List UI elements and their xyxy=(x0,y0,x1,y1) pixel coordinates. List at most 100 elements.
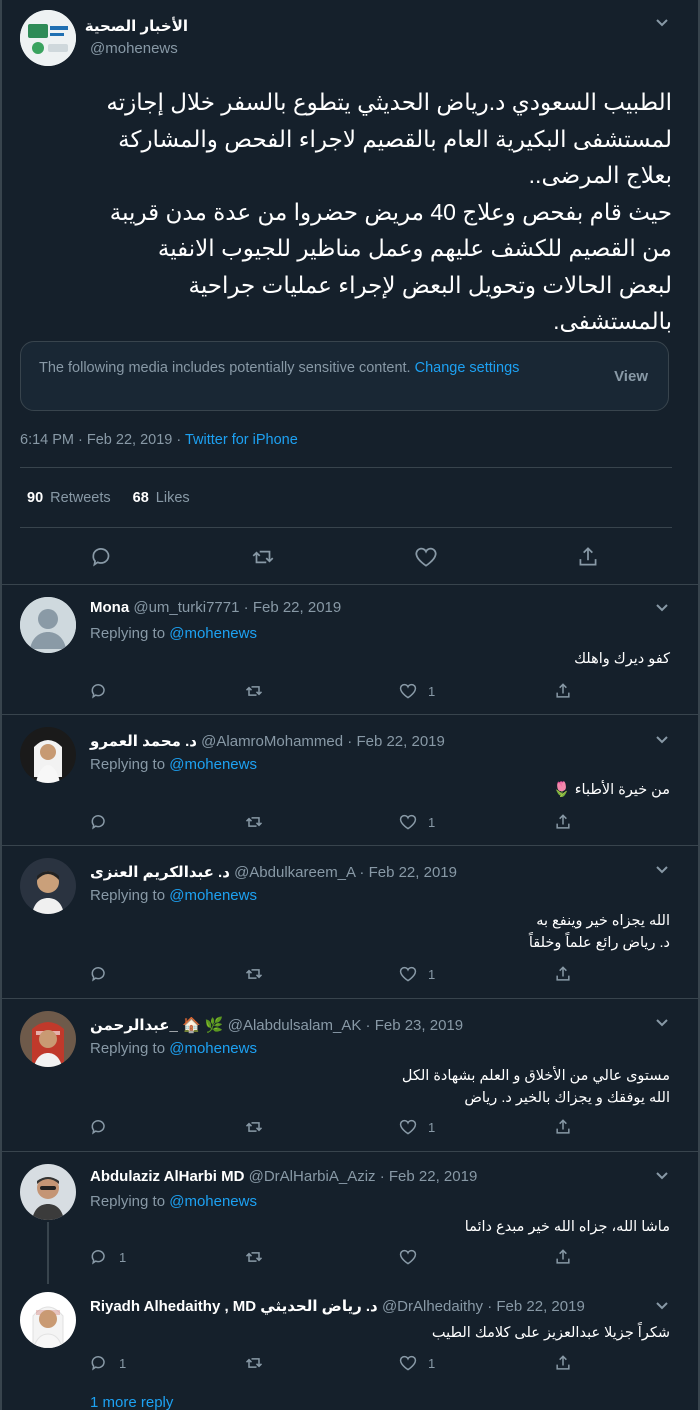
replying-to-link[interactable]: @mohenews xyxy=(169,756,257,773)
like-icon[interactable] xyxy=(398,1353,418,1373)
tweet-source-link[interactable]: Twitter for iPhone xyxy=(185,432,298,448)
retweet-icon[interactable] xyxy=(244,1247,264,1267)
reply-icon[interactable] xyxy=(89,1353,109,1373)
reply-item[interactable]: Mona @um_turki7771 · Feb 22, 2019 Replyi… xyxy=(0,585,700,715)
share-icon[interactable] xyxy=(553,1353,573,1373)
reply-icon[interactable] xyxy=(89,681,109,701)
reply-icon[interactable] xyxy=(89,964,109,984)
chevron-down-icon[interactable] xyxy=(652,729,672,749)
share-icon[interactable] xyxy=(553,812,573,832)
replying-to: Replying to @mohenews xyxy=(90,887,257,904)
reply-icon[interactable] xyxy=(89,1247,109,1267)
more-replies-link[interactable]: 1 more reply xyxy=(90,1394,173,1410)
like-count: 1 xyxy=(428,815,436,830)
replying-to-label: Replying to xyxy=(90,1193,166,1210)
replying-to-label: Replying to xyxy=(90,625,166,642)
user-avatar[interactable] xyxy=(20,727,76,783)
chevron-down-icon[interactable] xyxy=(652,1165,672,1185)
replying-to-link[interactable]: @mohenews xyxy=(169,1193,257,1210)
sensitive-notice-label: The following media includes potentially… xyxy=(39,360,411,376)
sensitive-media-notice: The following media includes potentially… xyxy=(20,341,669,411)
replying-to-link[interactable]: @mohenews xyxy=(169,887,257,904)
reply-date[interactable]: Feb 22, 2019 xyxy=(369,864,457,881)
retweet-icon[interactable] xyxy=(244,964,264,984)
divider xyxy=(20,467,672,468)
retweet-icon[interactable] xyxy=(244,812,264,832)
retweet-icon[interactable] xyxy=(244,1117,264,1137)
share-icon[interactable] xyxy=(575,544,601,570)
reply-author-handle[interactable]: @DrAlHarbiA_Aziz xyxy=(249,1168,376,1185)
reply-icon[interactable] xyxy=(89,544,115,570)
reply-item[interactable]: د. عبدالكريم العنزى @Abdulkareem_A · Feb… xyxy=(0,846,700,999)
tweet-meta: 6:14 PM · Feb 22, 2019 · Twitter for iPh… xyxy=(20,432,298,448)
reply-item[interactable]: عبدالرحمن_ 🏠 🌿 @Alabdulsalam_AK · Feb 23… xyxy=(0,999,700,1152)
reply-author-name[interactable]: د. عبدالكريم العنزى xyxy=(90,864,230,881)
like-icon[interactable] xyxy=(398,1247,418,1267)
reply-text: كفو ديرك واهلك xyxy=(574,651,670,667)
reply-author-handle[interactable]: @Abdulkareem_A xyxy=(234,864,355,881)
retweets-count: 90 xyxy=(27,490,44,506)
mohenews-avatar[interactable] xyxy=(20,10,76,66)
like-icon[interactable] xyxy=(398,964,418,984)
change-settings-link[interactable]: Change settings xyxy=(415,360,520,376)
tweet-timestamp[interactable]: 6:14 PM · Feb 22, 2019 · xyxy=(20,432,185,448)
like-icon[interactable] xyxy=(398,1117,418,1137)
share-icon[interactable] xyxy=(553,964,573,984)
like-count: 1 xyxy=(428,684,436,699)
reply-author-name[interactable]: د. محمد العمرو xyxy=(90,733,197,750)
reply-text: مستوى عالي من الأخلاق و العلم بشهادة الك… xyxy=(401,1068,670,1106)
reply-author-name[interactable]: Abdulaziz AlHarbi MD xyxy=(90,1168,244,1185)
main-tweet: الأخبار الصحية @mohenews الطبيب السعودي … xyxy=(0,0,700,585)
likes-stat[interactable]: 68 Likes xyxy=(133,490,190,506)
reply-header: Riyadh Alhedaithy , MD د. رياض الحديثي @… xyxy=(90,1298,585,1315)
reply-date[interactable]: Feb 23, 2019 xyxy=(375,1017,463,1034)
chevron-down-icon[interactable] xyxy=(652,1295,672,1315)
chevron-down-icon[interactable] xyxy=(652,597,672,617)
reply-icon[interactable] xyxy=(89,812,109,832)
reply-icon[interactable] xyxy=(89,1117,109,1137)
retweet-icon[interactable] xyxy=(244,1353,264,1373)
chevron-down-icon[interactable] xyxy=(652,12,672,32)
user-avatar[interactable] xyxy=(20,1011,76,1067)
reply-thread: Abdulaziz AlHarbi MD @DrAlHarbiA_Aziz · … xyxy=(0,1152,700,1410)
reply-header: د. محمد العمرو @AlamroMohammed · Feb 22,… xyxy=(90,733,445,750)
reply-date[interactable]: Feb 22, 2019 xyxy=(496,1298,584,1315)
reply-date[interactable]: Feb 22, 2019 xyxy=(389,1168,477,1185)
retweets-stat[interactable]: 90 Retweets xyxy=(27,490,111,506)
reply-item[interactable]: د. محمد العمرو @AlamroMohammed · Feb 22,… xyxy=(0,715,700,846)
retweet-icon[interactable] xyxy=(250,544,276,570)
chevron-down-icon[interactable] xyxy=(652,859,672,879)
author-display-name[interactable]: الأخبار الصحية xyxy=(85,17,188,35)
reply-date[interactable]: Feb 22, 2019 xyxy=(356,733,444,750)
replying-to-link[interactable]: @mohenews xyxy=(169,1040,257,1057)
default-avatar[interactable] xyxy=(20,597,76,653)
reply-author-name[interactable]: Riyadh Alhedaithy , MD د. رياض الحديثي xyxy=(90,1298,378,1315)
user-avatar[interactable] xyxy=(20,1164,76,1220)
replying-to-link[interactable]: @mohenews xyxy=(169,625,257,642)
reply-author-handle[interactable]: @AlamroMohammed xyxy=(201,733,343,750)
chevron-down-icon[interactable] xyxy=(652,1012,672,1032)
divider xyxy=(20,527,672,528)
like-icon[interactable] xyxy=(398,812,418,832)
tweet-text: الطبيب السعودي د.رياض الحديثي يتطوع بالس… xyxy=(106,89,672,334)
reply-author-name[interactable]: Mona xyxy=(90,599,129,616)
view-media-button[interactable]: View xyxy=(614,368,648,385)
share-icon[interactable] xyxy=(553,1247,573,1267)
share-icon[interactable] xyxy=(553,681,573,701)
reply-author-handle[interactable]: @DrAlhedaithy xyxy=(382,1298,483,1315)
like-icon[interactable] xyxy=(398,681,418,701)
retweets-label: Retweets xyxy=(50,490,111,506)
share-icon[interactable] xyxy=(553,1117,573,1137)
replying-to-label: Replying to xyxy=(90,1040,166,1057)
reply-author-handle[interactable]: @um_turki7771 xyxy=(133,599,239,616)
reply-author-name[interactable]: عبدالرحمن_ 🏠 🌿 xyxy=(90,1017,224,1034)
reply-text: شكراً جزيلا عبدالعزيز على كلامك الطيب xyxy=(431,1325,670,1341)
like-icon[interactable] xyxy=(413,544,439,570)
author-handle[interactable]: @mohenews xyxy=(90,40,178,57)
retweet-icon[interactable] xyxy=(244,681,264,701)
user-avatar[interactable] xyxy=(20,1292,76,1348)
user-avatar[interactable] xyxy=(20,858,76,914)
likes-label: Likes xyxy=(155,490,190,506)
reply-date[interactable]: Feb 22, 2019 xyxy=(253,599,341,616)
reply-author-handle[interactable]: @Alabdulsalam_AK xyxy=(228,1017,362,1034)
